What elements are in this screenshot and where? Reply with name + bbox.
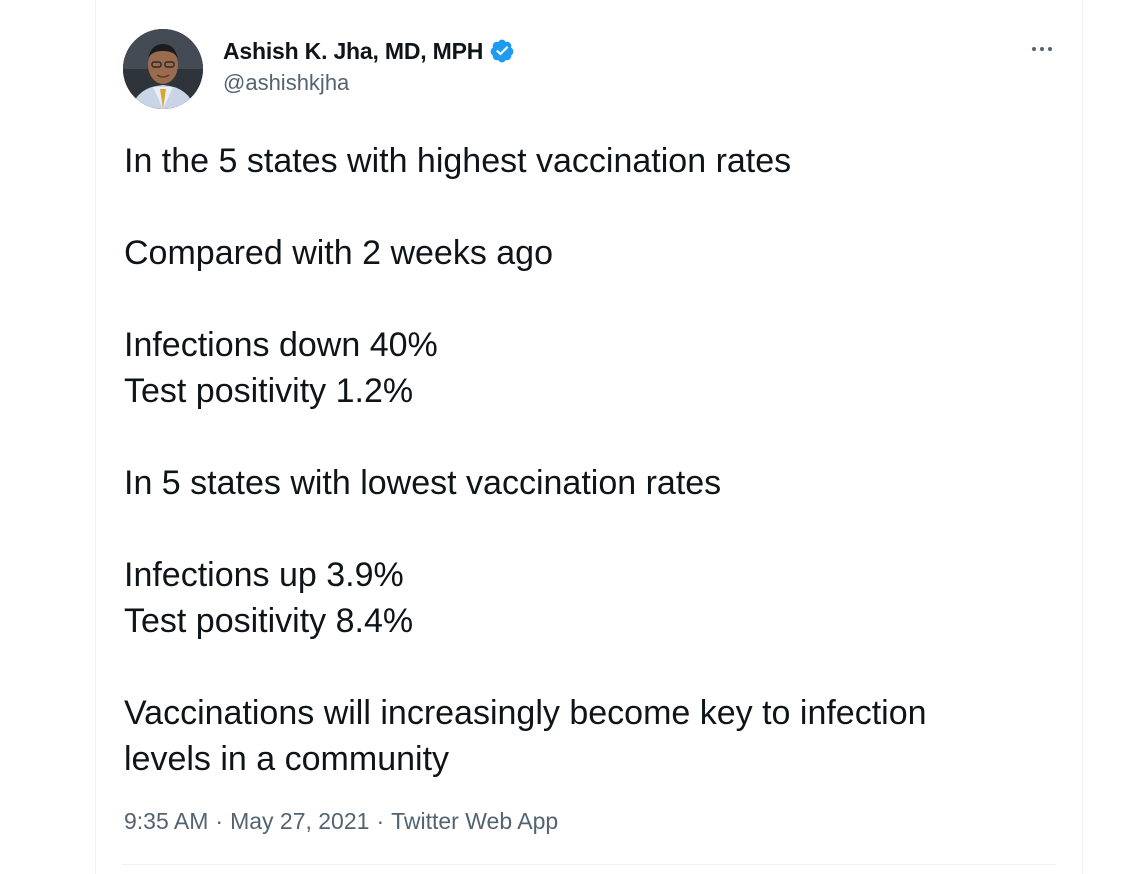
- tweet-line-gap: [124, 184, 1064, 230]
- tweet-line-gap: [124, 644, 1064, 690]
- meta-separator: ·: [215, 808, 224, 834]
- more-options-icon-dot: [1040, 47, 1044, 51]
- tweet-metadata: 9:35 AM · May 27, 2021 · Twitter Web App: [124, 808, 558, 835]
- tweet-line: In 5 states with lowest vaccination rate…: [124, 464, 722, 502]
- tweet-line-gap: [124, 506, 1064, 552]
- tweet-line: Infections up 3.9%: [124, 556, 404, 594]
- more-options-icon-dot: [1048, 47, 1052, 51]
- tweet-source[interactable]: Twitter Web App: [391, 808, 558, 835]
- author-handle[interactable]: @ashishkjha: [223, 70, 349, 96]
- author-display-name[interactable]: Ashish K. Jha, MD, MPH: [223, 38, 483, 65]
- tweet-card: Ashish K. Jha, MD, MPH @ashishkjha In th…: [95, 0, 1083, 874]
- avatar[interactable]: [123, 29, 203, 109]
- page: Ashish K. Jha, MD, MPH @ashishkjha In th…: [0, 0, 1126, 874]
- tweet-time[interactable]: 9:35 AM: [124, 808, 208, 835]
- tweet-text: In the 5 states with highest vaccination…: [124, 138, 1064, 782]
- tweet-line-gap: [124, 276, 1064, 322]
- tweet-line-gap: [124, 414, 1064, 460]
- tweet-line: In the 5 states with highest vaccination…: [124, 142, 792, 180]
- divider: [122, 864, 1056, 865]
- verified-badge-icon: [489, 38, 515, 64]
- more-options-icon: [1032, 47, 1036, 51]
- more-options-button[interactable]: [1024, 34, 1060, 64]
- meta-separator: ·: [376, 808, 385, 834]
- tweet-date[interactable]: May 27, 2021: [230, 808, 369, 835]
- author-name-row[interactable]: Ashish K. Jha, MD, MPH: [223, 36, 515, 66]
- tweet-line: Test positivity 1.2%: [124, 372, 414, 410]
- avatar-image: [123, 29, 203, 109]
- tweet-line: levels in a community: [124, 740, 450, 778]
- tweet-line: Infections down 40%: [124, 326, 438, 364]
- tweet-line: Test positivity 8.4%: [124, 602, 414, 640]
- tweet-line: Compared with 2 weeks ago: [124, 234, 554, 272]
- tweet-line: Vaccinations will increasingly become ke…: [124, 694, 927, 732]
